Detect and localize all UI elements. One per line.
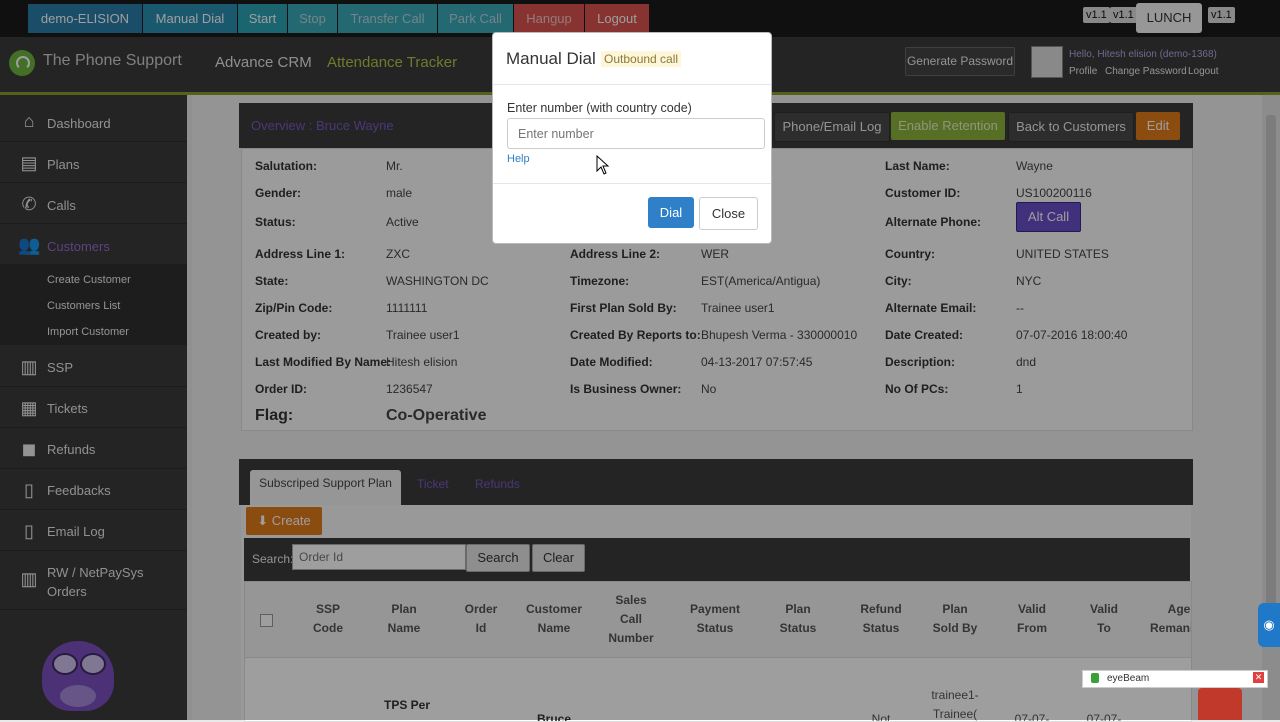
help-link[interactable]: Help <box>507 153 530 165</box>
support-badge <box>1198 688 1242 720</box>
eyebeam-icon <box>1091 673 1099 683</box>
manual-dial-modal: Manual Dial Outbound call Enter number (… <box>492 32 772 244</box>
modal-title: Manual Dial <box>506 49 596 68</box>
modal-header: Manual Dial Outbound call <box>493 33 771 85</box>
modal-subtitle: Outbound call <box>601 51 682 67</box>
phone-number-input[interactable] <box>507 118 765 149</box>
number-field-label: Enter number (with country code) <box>507 101 692 115</box>
chat-widget-icon[interactable]: ◉ <box>1258 603 1280 647</box>
close-button[interactable]: Close <box>699 197 758 230</box>
modal-divider <box>493 183 771 184</box>
dial-button[interactable]: Dial <box>648 197 694 228</box>
eyebeam-label: eyeBeam <box>1107 673 1150 684</box>
close-icon[interactable]: ✕ <box>1253 672 1264 683</box>
eyebeam-bar[interactable]: eyeBeam ✕ <box>1082 670 1268 688</box>
mouse-cursor-icon <box>596 155 610 175</box>
